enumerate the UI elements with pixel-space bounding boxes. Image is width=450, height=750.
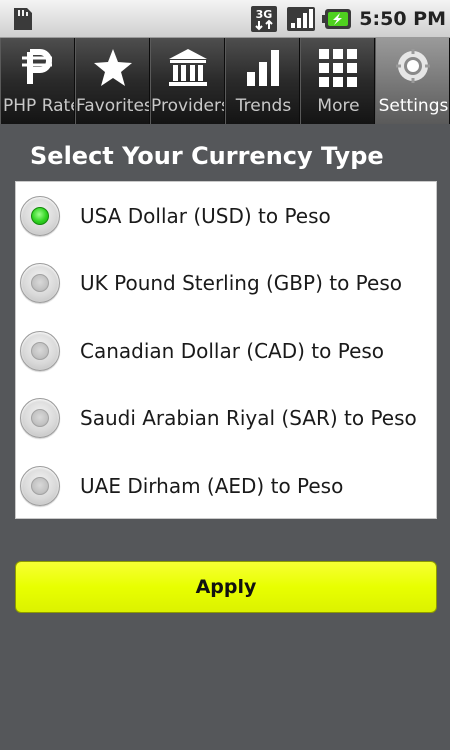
radio-button[interactable] xyxy=(20,466,60,506)
radio-indicator xyxy=(31,409,49,427)
signal-strength-icon xyxy=(287,7,315,31)
currency-option-usd[interactable]: USA Dollar (USD) to Peso xyxy=(16,182,436,249)
page-title: Select Your Currency Type xyxy=(30,142,384,170)
tab-label: More xyxy=(317,96,360,116)
currency-option-sar[interactable]: Saudi Arabian Riyal (SAR) to Peso xyxy=(16,384,436,451)
sd-card-icon xyxy=(14,8,32,30)
tab-label: Trends xyxy=(235,96,292,116)
option-label: UAE Dirham (AED) to Peso xyxy=(80,474,344,498)
tab-bar: PHP Rates Favorites Providers Trends xyxy=(0,38,450,124)
radio-indicator xyxy=(31,342,49,360)
tab-label: Settings xyxy=(378,96,449,116)
tab-label: Providers xyxy=(151,96,225,116)
tab-settings[interactable]: Settings xyxy=(375,38,450,124)
radio-button[interactable] xyxy=(20,398,60,438)
tab-label: Favorites xyxy=(76,96,150,116)
tab-favorites[interactable]: Favorites xyxy=(75,38,150,124)
network-3g-icon: 3G xyxy=(251,6,277,32)
currency-option-aed[interactable]: UAE Dirham (AED) to Peso xyxy=(16,452,436,519)
settings-icon xyxy=(395,49,430,83)
radio-indicator xyxy=(31,477,49,495)
option-label: Canadian Dollar (CAD) to Peso xyxy=(80,339,385,363)
tab-php-rates[interactable]: PHP Rates xyxy=(0,38,75,124)
option-label: UK Pound Sterling (GBP) to Peso xyxy=(80,271,402,295)
radio-indicator xyxy=(31,274,49,292)
currency-radio-group: USA Dollar (USD) to Peso UK Pound Sterli… xyxy=(15,181,437,519)
grid-icon xyxy=(318,49,357,87)
currency-option-cad[interactable]: Canadian Dollar (CAD) to Peso xyxy=(16,317,436,384)
peso-icon xyxy=(21,49,52,84)
bar-chart-icon xyxy=(246,50,279,86)
battery-charging-icon xyxy=(322,9,351,29)
network-3g-label: 3G xyxy=(256,8,273,21)
tab-providers[interactable]: Providers xyxy=(150,38,225,124)
bank-icon xyxy=(168,49,207,86)
tab-label: PHP Rates xyxy=(3,96,74,116)
apply-button[interactable]: Apply xyxy=(15,561,437,613)
star-icon xyxy=(93,49,132,86)
radio-button[interactable] xyxy=(20,196,60,236)
status-time: 5:50 PM xyxy=(359,8,446,30)
option-label: Saudi Arabian Riyal (SAR) to Peso xyxy=(80,406,417,430)
option-label: USA Dollar (USD) to Peso xyxy=(80,204,331,228)
tab-more[interactable]: More xyxy=(300,38,375,124)
radio-indicator xyxy=(31,207,49,225)
radio-button[interactable] xyxy=(20,263,60,303)
radio-button[interactable] xyxy=(20,331,60,371)
status-bar: 3G 5:50 PM xyxy=(0,0,450,38)
tab-trends[interactable]: Trends xyxy=(225,38,300,124)
currency-option-gbp[interactable]: UK Pound Sterling (GBP) to Peso xyxy=(16,249,436,316)
